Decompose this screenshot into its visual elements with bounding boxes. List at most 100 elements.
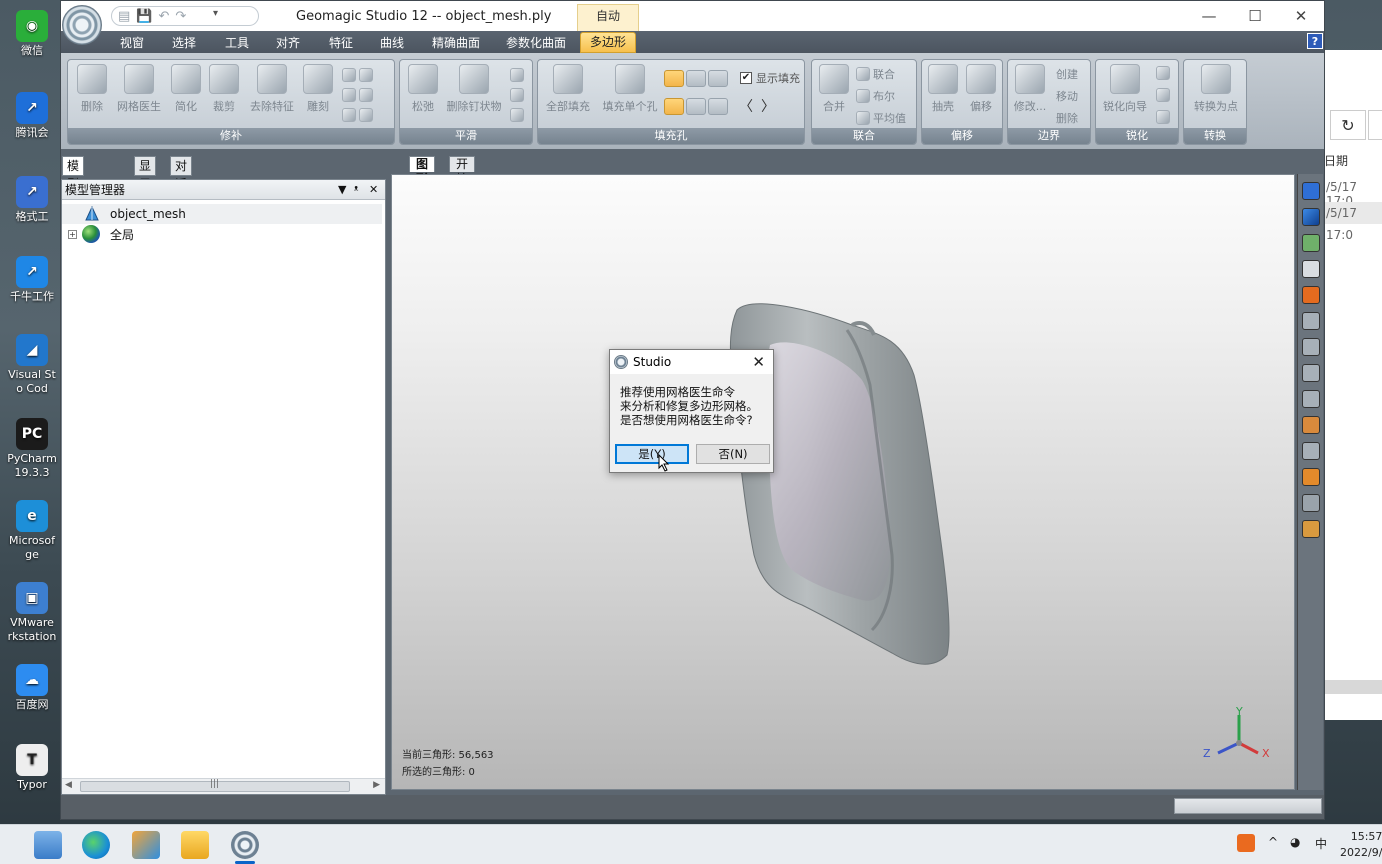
smooth-small-tool[interactable] (510, 88, 524, 102)
repair-small-tool[interactable] (342, 88, 373, 102)
save-icon[interactable]: 💾 (136, 9, 152, 24)
move-boundary-button[interactable]: 移动 (1056, 88, 1078, 104)
tab-features[interactable]: 特征 (329, 34, 353, 51)
geomagic-icon[interactable] (231, 831, 259, 864)
average-button[interactable]: 平均值 (856, 110, 906, 126)
close-icon[interactable]: ✕ (369, 180, 378, 200)
redo-icon[interactable]: ↷ (175, 9, 186, 24)
desktop-shortcut[interactable]: ◢ Visual St o Cod (6, 334, 58, 396)
undo-icon[interactable]: ↶ (158, 9, 169, 24)
scrollbar[interactable] (1324, 680, 1382, 694)
scroll-left-icon[interactable]: ◀ (65, 780, 72, 790)
sharpen-small-tool[interactable] (1156, 66, 1170, 80)
tab-parametric-surfaces[interactable]: 参数化曲面 (506, 34, 566, 51)
tab-view[interactable]: 视窗 (120, 34, 144, 51)
fill-bridge-icon[interactable] (708, 70, 728, 87)
dialog-close-button[interactable]: ✕ (752, 350, 765, 374)
fill-tangent-icon[interactable] (686, 98, 706, 115)
scroll-right-icon[interactable]: ▶ (373, 780, 380, 790)
relax-button[interactable]: 松弛 (406, 64, 440, 114)
mesh-model[interactable] (392, 175, 1295, 790)
next-hole-button[interactable]: 〉 (758, 98, 778, 117)
paint-icon[interactable] (1302, 416, 1320, 434)
smooth-small-tool[interactable] (510, 108, 524, 122)
window-manager-icon[interactable] (132, 831, 160, 859)
lasso-icon[interactable] (1302, 338, 1320, 356)
tab-align[interactable]: 对齐 (276, 34, 300, 51)
file-explorer-icon[interactable] (181, 831, 209, 859)
polyline-icon[interactable] (1302, 442, 1320, 460)
delete-boundary-button[interactable]: 删除 (1056, 110, 1078, 126)
repair-small-tool[interactable] (342, 68, 373, 82)
tab-curves[interactable]: 曲线 (380, 34, 404, 51)
fill-curvature-icon[interactable] (664, 98, 684, 115)
repair-small-tool[interactable] (342, 108, 373, 122)
remove-spikes-button[interactable]: 删除钉状物 (444, 64, 504, 114)
date-column-header[interactable]: 日期 (1324, 152, 1348, 169)
zoom-icon[interactable] (1302, 260, 1320, 278)
trim-button[interactable]: 裁剪 (206, 64, 242, 114)
tree-item-object-mesh[interactable]: object_mesh (62, 204, 382, 224)
edge-icon[interactable] (82, 831, 110, 859)
desktop-shortcut[interactable]: ↗ 格式工 (6, 176, 58, 224)
minimize-button[interactable]: — (1197, 6, 1221, 26)
desktop-shortcut[interactable]: e Microsof ge (6, 500, 58, 562)
viewport-icon[interactable] (1302, 208, 1320, 226)
offset-button[interactable]: 偏移 (964, 64, 998, 114)
tab-model-manager[interactable]: 模型管理器 (62, 156, 85, 245)
tab-start[interactable]: 开始 (449, 156, 476, 186)
sculpt-button[interactable]: 雕刻 (300, 64, 336, 114)
fill-flat-icon[interactable] (708, 98, 728, 115)
render-icon[interactable] (1302, 520, 1320, 538)
tab-dialog[interactable]: 对话框 (170, 156, 193, 209)
show-fill-checkbox[interactable]: ✔ (740, 72, 752, 84)
delete-button[interactable]: 删除 (74, 64, 110, 114)
task-view-icon[interactable] (34, 831, 62, 859)
tab-exact-surfaces[interactable]: 精确曲面 (432, 34, 480, 51)
yes-button[interactable]: 是(Y) (615, 444, 689, 464)
brush-icon[interactable] (1302, 390, 1320, 408)
close-button[interactable]: ✕ (1289, 6, 1313, 26)
desktop-shortcut[interactable]: PC PyCharm 19.3.3 (6, 418, 58, 480)
prev-hole-button[interactable]: 〈 (736, 98, 756, 117)
maximize-button[interactable]: ☐ (1243, 6, 1267, 26)
fill-all-button[interactable]: 全部填充 (544, 64, 592, 114)
app-menu-button[interactable] (62, 5, 102, 45)
desktop-shortcut[interactable]: ☁ 百度网 (6, 664, 58, 712)
pin-icon[interactable]: ᵜ (354, 180, 358, 200)
3d-viewport[interactable]: 当前三角形: 56,563 所选的三角形: 0 Y X Z (391, 174, 1295, 790)
new-icon[interactable]: ▤ (118, 9, 130, 24)
desktop-shortcut[interactable]: T Typor (6, 744, 58, 792)
help-icon[interactable]: ? (1307, 33, 1323, 49)
clock[interactable]: 15:57 2022/9/ (1340, 829, 1382, 861)
rect-select-icon[interactable] (1302, 312, 1320, 330)
dropdown-icon[interactable]: ▼ (338, 180, 346, 200)
fill-single-button[interactable]: 填充单个孔 (600, 64, 660, 114)
tab-polygons[interactable]: 多边形 (580, 32, 636, 53)
shell-button[interactable]: 抽壳 (926, 64, 960, 114)
tab-graphics[interactable]: 图形 (409, 156, 436, 186)
modify-boundary-button[interactable]: 修改... (1012, 64, 1048, 114)
target-icon[interactable] (1302, 286, 1320, 304)
ime-indicator[interactable]: 中 (1315, 835, 1327, 852)
desktop-shortcut[interactable]: ▣ VMware rkstation (6, 582, 58, 644)
flag2-icon[interactable] (1302, 494, 1320, 512)
tray-app-icon[interactable] (1237, 834, 1255, 852)
boolean-button[interactable]: 布尔 (856, 88, 895, 104)
smooth-small-tool[interactable] (510, 68, 524, 82)
create-boundary-button[interactable]: 创建 (1056, 66, 1078, 82)
desktop-shortcut[interactable]: ↗ 腾讯会 (6, 92, 58, 140)
flag-icon[interactable] (1302, 468, 1320, 486)
file-row-date[interactable]: /5/17 17:0 (1324, 202, 1382, 242)
desktop-shortcut[interactable]: ◉ 微信 (6, 10, 58, 58)
tree-item-global[interactable]: + 全局 (62, 224, 382, 244)
tab-select[interactable]: 选择 (172, 34, 196, 51)
sharpen-small-tool[interactable] (1156, 88, 1170, 102)
horizontal-scrollbar[interactable]: ◀ ||| ▶ (62, 778, 385, 794)
layers-icon[interactable] (1302, 234, 1320, 252)
line-select-icon[interactable] (1302, 364, 1320, 382)
sharpen-wizard-button[interactable]: 锐化向导 (1100, 64, 1150, 114)
tray-qq-icon[interactable]: ◕ (1290, 835, 1300, 849)
fill-edge-icon[interactable] (686, 70, 706, 87)
no-button[interactable]: 否(N) (696, 444, 770, 464)
